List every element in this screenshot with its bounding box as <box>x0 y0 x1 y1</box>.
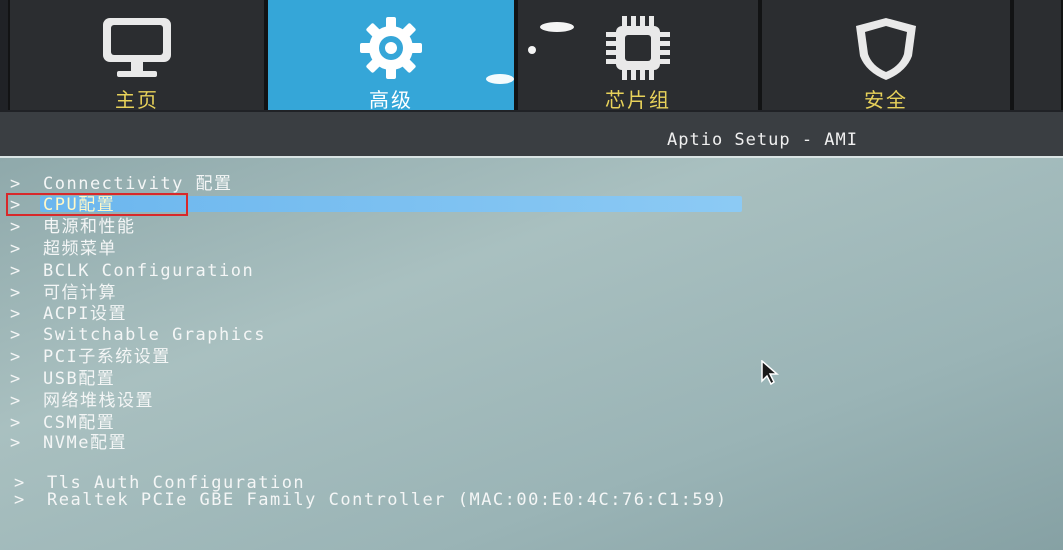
tab-chipset[interactable]: 芯片组 <box>516 0 760 112</box>
menu-item[interactable]: > ACPI设置 <box>10 303 770 325</box>
menu-item-label: 可信计算 <box>43 283 117 303</box>
screen-glare <box>528 46 536 54</box>
tab-security[interactable]: 安全 <box>760 0 1012 112</box>
tab-overflow[interactable] <box>1012 0 1063 110</box>
menu-item-label: BCLK Configuration <box>43 261 255 281</box>
menu-item[interactable]: > CSM配置 <box>10 412 770 434</box>
submenu-arrow-icon: > <box>14 490 26 510</box>
menu-item[interactable]: > Realtek PCIe GBE Family Controller (MAC… <box>14 489 774 511</box>
submenu-arrow-icon: > <box>10 369 22 389</box>
tab-main[interactable]: 主页 <box>8 0 266 112</box>
gear-icon <box>360 17 422 79</box>
menu-item[interactable]: > USB配置 <box>10 368 770 390</box>
submenu-arrow-icon: > <box>10 304 22 324</box>
chip-icon <box>606 16 670 80</box>
menu-item-label: ACPI设置 <box>43 304 127 324</box>
page-title: Aptio Setup - AMI <box>667 130 858 150</box>
tab-security-label: 安全 <box>864 88 908 112</box>
submenu-arrow-icon: > <box>10 174 22 194</box>
menu-item-label: NVMe配置 <box>43 433 127 453</box>
submenu-arrow-icon: > <box>10 347 22 367</box>
menu-item-label: PCI子系统设置 <box>43 347 171 367</box>
menu-item-label: CSM配置 <box>43 413 116 433</box>
screen-glare <box>540 22 574 32</box>
submenu-arrow-icon: > <box>10 325 22 345</box>
shield-icon <box>856 18 916 80</box>
menu-item-label: Switchable Graphics <box>43 325 266 345</box>
menu-item[interactable]: > BCLK Configuration <box>10 260 770 282</box>
annotation-highlight-box <box>6 193 188 216</box>
menu-item-label: 网络堆栈设置 <box>43 391 154 411</box>
header-strip: Aptio Setup - AMI <box>0 112 1063 156</box>
menu-item-label: Realtek PCIe GBE Family Controller (MAC:… <box>47 490 728 510</box>
submenu-arrow-icon: > <box>10 433 22 453</box>
submenu-arrow-icon: > <box>10 217 22 237</box>
menu-item[interactable]: > 电源和性能 <box>10 216 770 238</box>
tab-chipset-label: 芯片组 <box>605 88 671 112</box>
menu-item-label: USB配置 <box>43 369 116 389</box>
submenu-arrow-icon: > <box>10 283 22 303</box>
submenu-arrow-icon: > <box>10 239 22 259</box>
tab-bar: 主页 高级 芯片组 安全 <box>0 0 1063 112</box>
menu-item-label: Connectivity 配置 <box>43 174 233 194</box>
menu-item[interactable]: > Connectivity 配置 <box>10 173 770 195</box>
screen-glare <box>486 74 514 84</box>
submenu-arrow-icon: > <box>10 261 22 281</box>
submenu-arrow-icon: > <box>10 413 22 433</box>
tab-advanced[interactable]: 高级 <box>266 0 516 112</box>
mouse-pointer-icon <box>761 360 780 386</box>
menu-item[interactable]: > 网络堆栈设置 <box>10 390 770 412</box>
tab-advanced-label: 高级 <box>369 88 413 112</box>
submenu-arrow-icon: > <box>10 391 22 411</box>
menu-item-label: 超频菜单 <box>43 239 117 259</box>
tab-main-label: 主页 <box>115 88 159 112</box>
monitor-icon <box>103 18 171 77</box>
menu-item-label: 电源和性能 <box>43 217 136 237</box>
menu-item[interactable]: > PCI子系统设置 <box>10 346 770 368</box>
menu-item[interactable]: > 超频菜单 <box>10 238 770 260</box>
menu-item[interactable]: > 可信计算 <box>10 282 770 304</box>
menu-item[interactable]: > NVMe配置 <box>10 432 770 454</box>
menu-item[interactable]: > Switchable Graphics <box>10 324 770 346</box>
